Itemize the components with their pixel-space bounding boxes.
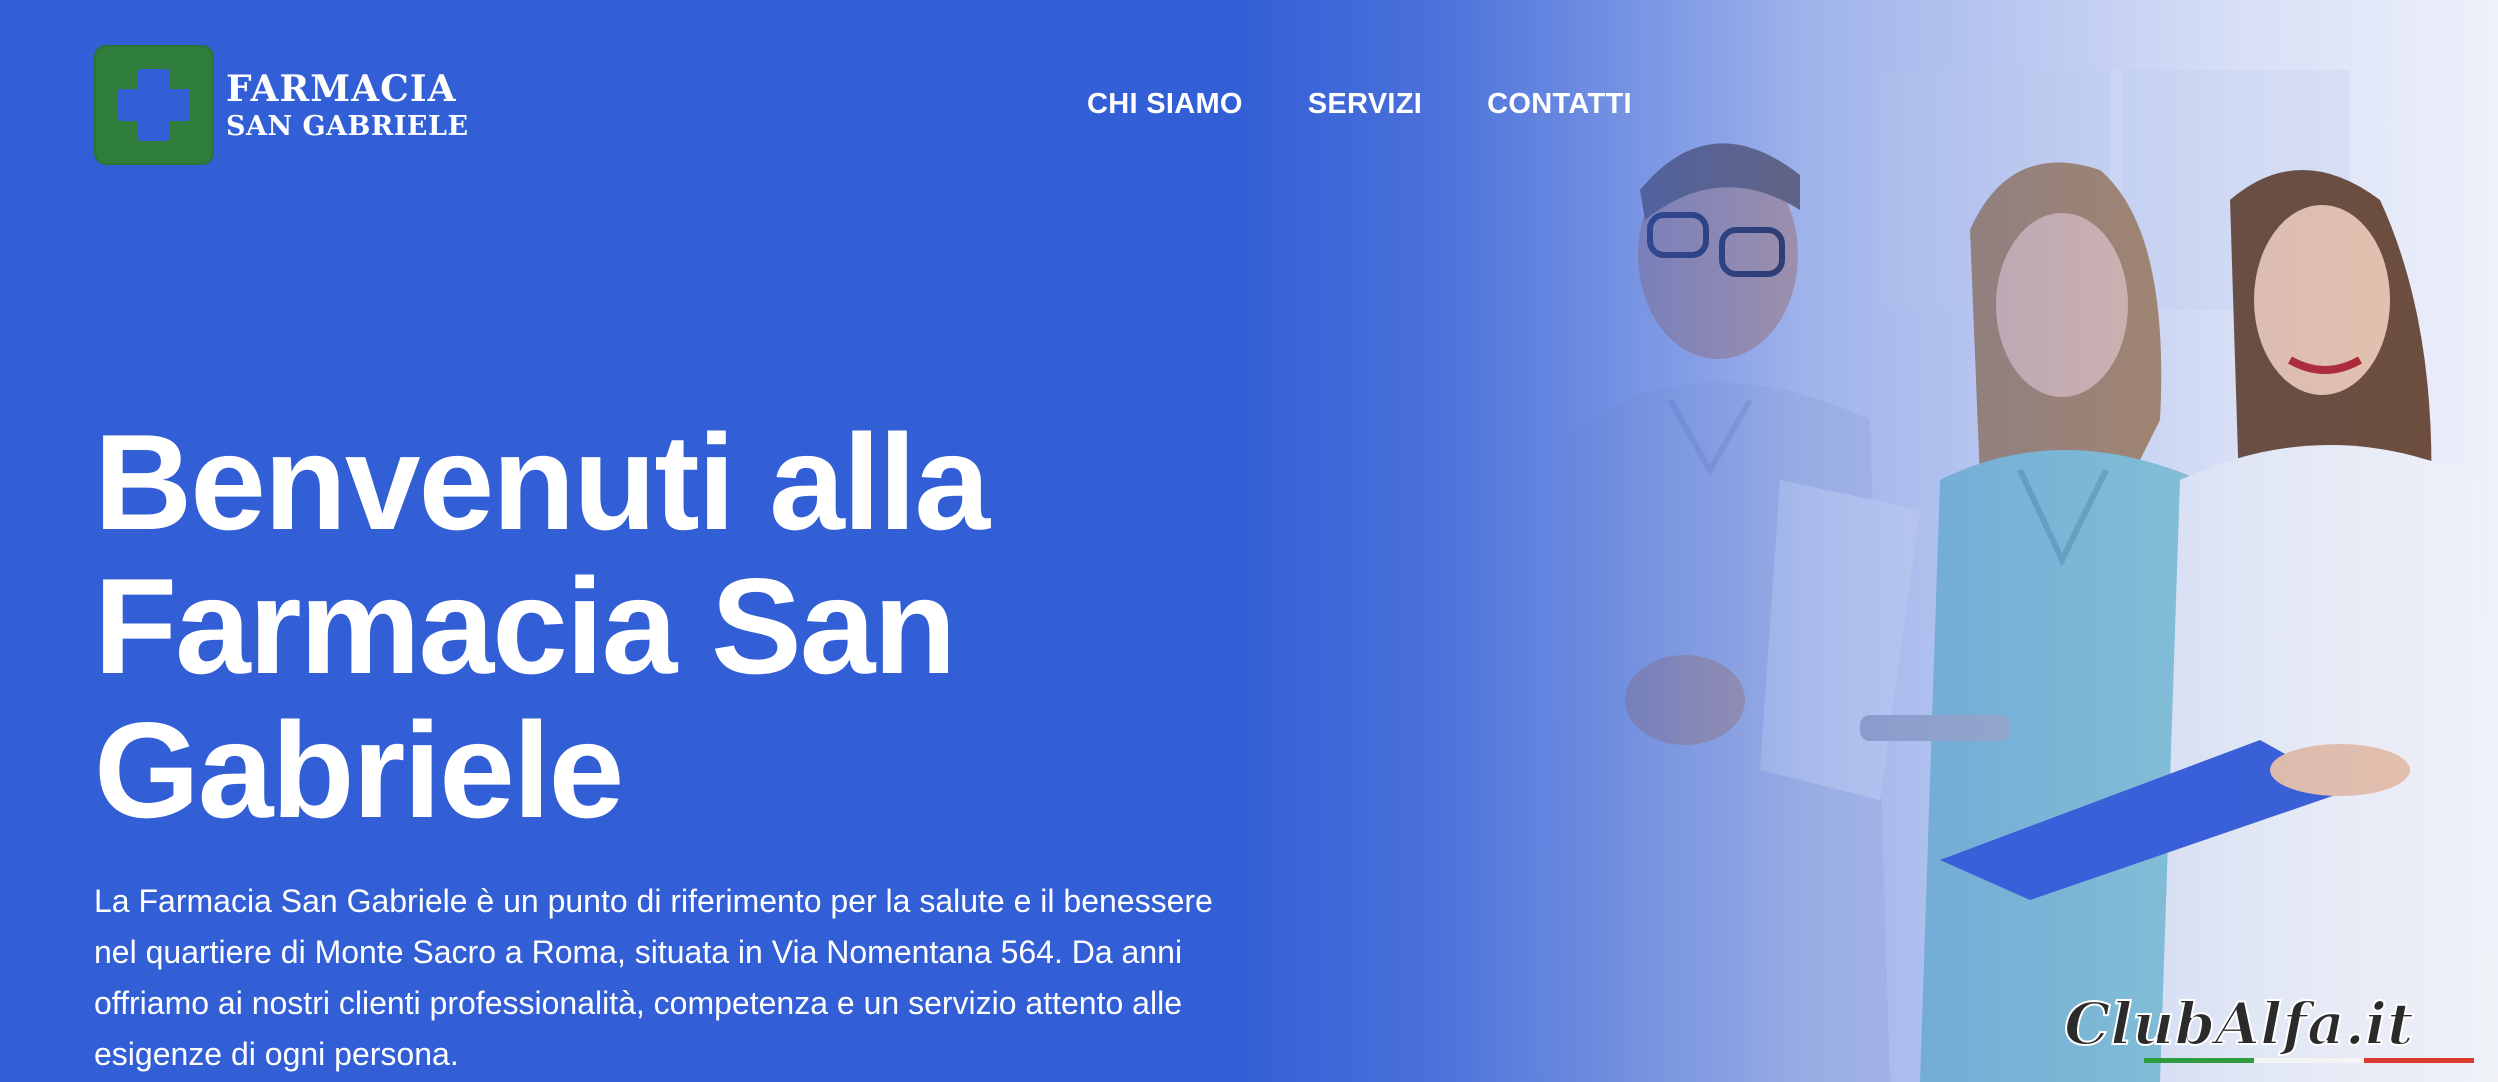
- hero-title: Benvenuti alla Farmacia San Gabriele: [94, 410, 1194, 842]
- nav-link-contatti[interactable]: CONTATTI: [1487, 88, 1632, 121]
- page: FARMACIA SAN GABRIELE CHI SIAMO SERVIZI …: [0, 0, 2498, 1082]
- hero-title-line-2: Farmacia San: [94, 550, 956, 702]
- nav-link-chi-siamo[interactable]: CHI SIAMO: [1087, 88, 1243, 121]
- pharmacy-cross-icon: [94, 45, 214, 165]
- hero-description: La Farmacia San Gabriele è un punto di r…: [94, 883, 1213, 1072]
- site-logo[interactable]: FARMACIA SAN GABRIELE: [94, 45, 469, 165]
- hero-photo: [1240, 0, 2498, 1082]
- logo-line-2: SAN GABRIELE: [226, 110, 469, 142]
- nav-link-servizi[interactable]: SERVIZI: [1308, 88, 1422, 121]
- hero-title-line-3: Gabriele: [94, 694, 624, 846]
- watermark-text: ClubAlfa.it: [2064, 990, 2414, 1058]
- hero-title-line-1: Benvenuti alla: [94, 406, 990, 558]
- clubalfa-watermark: ClubAlfa.it: [2063, 989, 2474, 1063]
- main-nav: CHI SIAMO SERVIZI CONTATTI: [1087, 88, 1632, 121]
- logo-text: FARMACIA SAN GABRIELE: [226, 71, 469, 140]
- logo-line-1: FARMACIA: [226, 67, 457, 110]
